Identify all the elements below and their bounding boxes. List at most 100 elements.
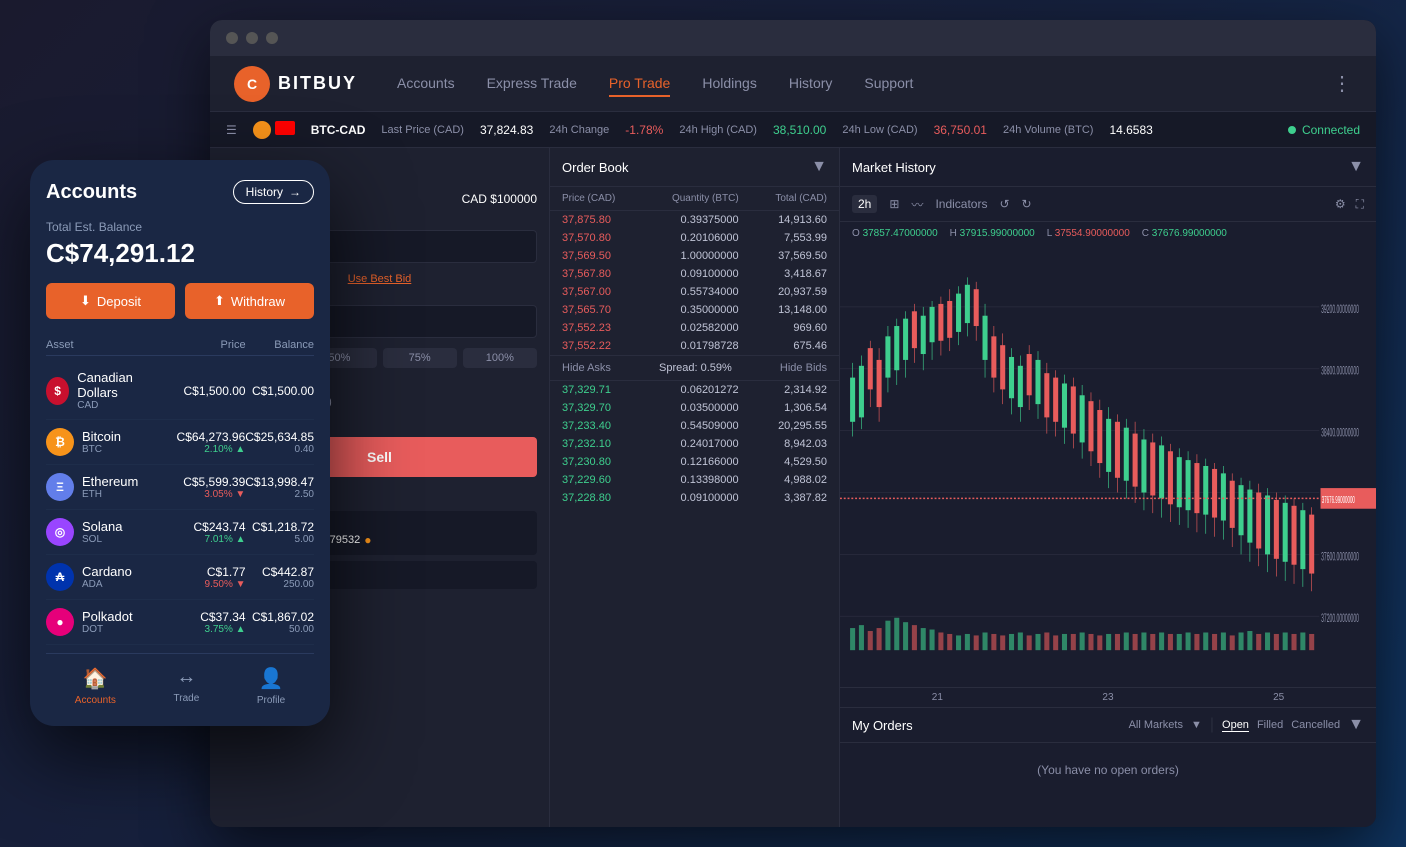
bid-row-5[interactable]: 37,230.80 0.12166000 4,529.50 (550, 453, 839, 471)
asset-row-cad[interactable]: $ Canadian Dollars CAD C$1,500.00 C$1,50… (46, 362, 314, 420)
nav-links: Accounts Express Trade Pro Trade Holding… (397, 71, 1332, 97)
orders-filter: All Markets ▼ | Open Filled Cancelled ▼ (1129, 716, 1364, 734)
asset-balance-eth: C$13,998.47 2.50 (245, 475, 314, 500)
mobile-nav-profile[interactable]: 👤 Profile (257, 666, 285, 706)
asset-icon-dot: ● (46, 608, 74, 636)
accounts-nav-label: Accounts (75, 695, 116, 706)
orders-status-filled[interactable]: Filled (1257, 719, 1283, 731)
bid-row-6[interactable]: 37,229.60 0.13398000 4,988.02 (550, 471, 839, 489)
ticker-low: 36,750.01 (934, 123, 987, 137)
ticker-bar: ☰ BTC-CAD Last Price (CAD) 37,824.83 24h… (210, 112, 1376, 148)
mobile-accounts-title: Accounts (46, 181, 137, 204)
nav-holdings[interactable]: Holdings (702, 71, 756, 97)
browser-dot-3 (266, 32, 278, 44)
browser-dot-1 (226, 32, 238, 44)
chart-timeframe[interactable]: 2h (852, 195, 877, 213)
asset-row-eth[interactable]: Ξ Ethereum ETH C$5,599.39 3.05% ▼ C$13,9… (46, 465, 314, 510)
ask-row-1[interactable]: 37,875.80 0.39375000 14,913.60 (550, 211, 839, 229)
scene: C BITBUY Accounts Express Trade Pro Trad… (0, 0, 1406, 847)
ob-price-header: Price (CAD) (562, 193, 650, 204)
ticker-menu-icon[interactable]: ☰ (226, 123, 237, 137)
nav-support[interactable]: Support (864, 71, 913, 97)
ask-row-5[interactable]: 37,567.00 0.55734000 20,937.59 (550, 283, 839, 301)
spread-row: Hide Asks Spread: 0.59% Hide Bids (550, 355, 839, 381)
mobile-history-button[interactable]: History → (233, 180, 314, 204)
mobile-top-bar: Accounts History → (46, 180, 314, 204)
asset-info-btc: ₿ Bitcoin BTC (46, 428, 160, 456)
ticker-volume: 14.6583 (1109, 123, 1152, 137)
withdraw-button[interactable]: ⬆ Withdraw (185, 283, 314, 319)
ask-row-8[interactable]: 37,552.22 0.01798728 675.46 (550, 337, 839, 355)
bid-row-2[interactable]: 37,329.70 0.03500000 1,306.54 (550, 399, 839, 417)
ticker-last-label: Last Price (CAD) (381, 124, 464, 136)
asset-row-btc[interactable]: ₿ Bitcoin BTC C$64,273.96 2.10% ▲ C$25,6… (46, 420, 314, 465)
withdraw-icon: ⬆ (214, 293, 225, 309)
accounts-nav-icon: 🏠 (83, 666, 108, 691)
asset-row-ada[interactable]: ₳ Cardano ADA C$1.77 9.50% ▼ C$442.87 25… (46, 555, 314, 600)
spread-label: Spread: 0.59% (659, 362, 732, 374)
hide-bids-btn[interactable]: Hide Bids (780, 362, 827, 374)
ask-row-6[interactable]: 37,565.70 0.35000000 13,148.00 (550, 301, 839, 319)
browser-window: C BITBUY Accounts Express Trade Pro Trad… (210, 20, 1376, 827)
ob-column-headers: Price (CAD) Quantity (BTC) Total (CAD) (550, 187, 839, 211)
asset-info-sol: ◎ Solana SOL (46, 518, 160, 546)
asset-info-ada: ₳ Cardano ADA (46, 563, 160, 591)
pct-100-btn[interactable]: 100% (463, 348, 537, 368)
bid-row-1[interactable]: 37,329.71 0.06201272 2,314.92 (550, 381, 839, 399)
ask-row-3[interactable]: 37,569.50 1.00000000 37,569.50 (550, 247, 839, 265)
redo-icon[interactable]: ↻ (1022, 197, 1032, 211)
nav-accounts[interactable]: Accounts (397, 71, 455, 97)
mobile-nav-trade[interactable]: ↔ Trade (174, 666, 200, 706)
asset-icon-cad: $ (46, 377, 69, 405)
chart-candle-icon[interactable]: ⊞ (889, 197, 899, 211)
mobile-balance-label: Total Est. Balance (46, 220, 314, 234)
ticker-pair[interactable]: BTC-CAD (311, 123, 366, 137)
asset-balance-sol: C$1,218.72 5.00 (246, 520, 314, 545)
orders-status-cancelled[interactable]: Cancelled (1291, 719, 1340, 731)
ob-qty-header: Quantity (BTC) (650, 193, 738, 204)
asset-row-sol[interactable]: ◎ Solana SOL C$243.74 7.01% ▲ C$1,218.72… (46, 510, 314, 555)
undo-icon[interactable]: ↺ (999, 197, 1009, 211)
deposit-button[interactable]: ⬇ Deposit (46, 283, 175, 319)
ask-row-7[interactable]: 37,552.23 0.02582000 969.60 (550, 319, 839, 337)
asset-col-balance: Balance (246, 339, 314, 351)
asset-price-cad: C$1,500.00 (160, 384, 246, 398)
chart-toolbar: 2h ⊞ 〰 Indicators ↺ ↻ ⚙ ⛶ (840, 187, 1376, 222)
hide-asks-btn[interactable]: Hide Asks (562, 362, 611, 374)
asset-info-dot: ● Polkadot DOT (46, 608, 160, 636)
asset-row-dot[interactable]: ● Polkadot DOT C$37.34 3.75% ▲ C$1,867.0… (46, 600, 314, 645)
trade-nav-label: Trade (174, 693, 200, 704)
chart-chevron-icon[interactable]: ▼ (1348, 158, 1364, 176)
my-orders-chevron-icon[interactable]: ▼ (1348, 716, 1364, 734)
connected-text: Connected (1302, 123, 1360, 137)
nav-history[interactable]: History (789, 71, 833, 97)
arrow-right-icon: → (289, 185, 301, 199)
indicators-button[interactable]: Indicators (935, 197, 987, 211)
nav-more-menu[interactable]: ⋮ (1332, 71, 1352, 96)
asset-name-ada: Cardano ADA (82, 564, 132, 590)
deposit-icon: ⬇ (80, 293, 91, 309)
chart-line-icon[interactable]: 〰 (911, 196, 923, 213)
order-book-title: Order Book (562, 160, 628, 175)
asset-col-asset: Asset (46, 339, 160, 351)
fullscreen-icon[interactable]: ⛶ (1356, 197, 1364, 212)
orders-all-markets[interactable]: All Markets (1129, 719, 1183, 731)
mobile-nav-accounts[interactable]: 🏠 Accounts (75, 666, 116, 706)
nav-pro-trade[interactable]: Pro Trade (609, 71, 670, 97)
browser-chrome (210, 20, 1376, 56)
bid-row-7[interactable]: 37,228.80 0.09100000 3,387.82 (550, 489, 839, 507)
nav-express-trade[interactable]: Express Trade (487, 71, 577, 97)
ask-row-2[interactable]: 37,570.80 0.20106000 7,553.99 (550, 229, 839, 247)
orders-status-open[interactable]: Open (1222, 719, 1249, 732)
asset-icon-btc: ₿ (46, 428, 74, 456)
chart-area: 39200.00000000 38800.00000000 38400.0000… (840, 245, 1376, 687)
bid-row-4[interactable]: 37,232.10 0.24017000 8,942.03 (550, 435, 839, 453)
order-book-chevron-icon[interactable]: ▼ (811, 158, 827, 176)
settings-icon[interactable]: ⚙ (1335, 197, 1346, 211)
pct-75-btn[interactable]: 75% (383, 348, 457, 368)
asset-table-header: Asset Price Balance (46, 335, 314, 356)
bid-row-3[interactable]: 37,233.40 0.54509000 20,295.55 (550, 417, 839, 435)
ask-row-4[interactable]: 37,567.80 0.09100000 3,418.67 (550, 265, 839, 283)
mobile-app: Accounts History → Total Est. Balance C$… (30, 160, 330, 726)
market-history-header: Market History ▼ (840, 148, 1376, 187)
